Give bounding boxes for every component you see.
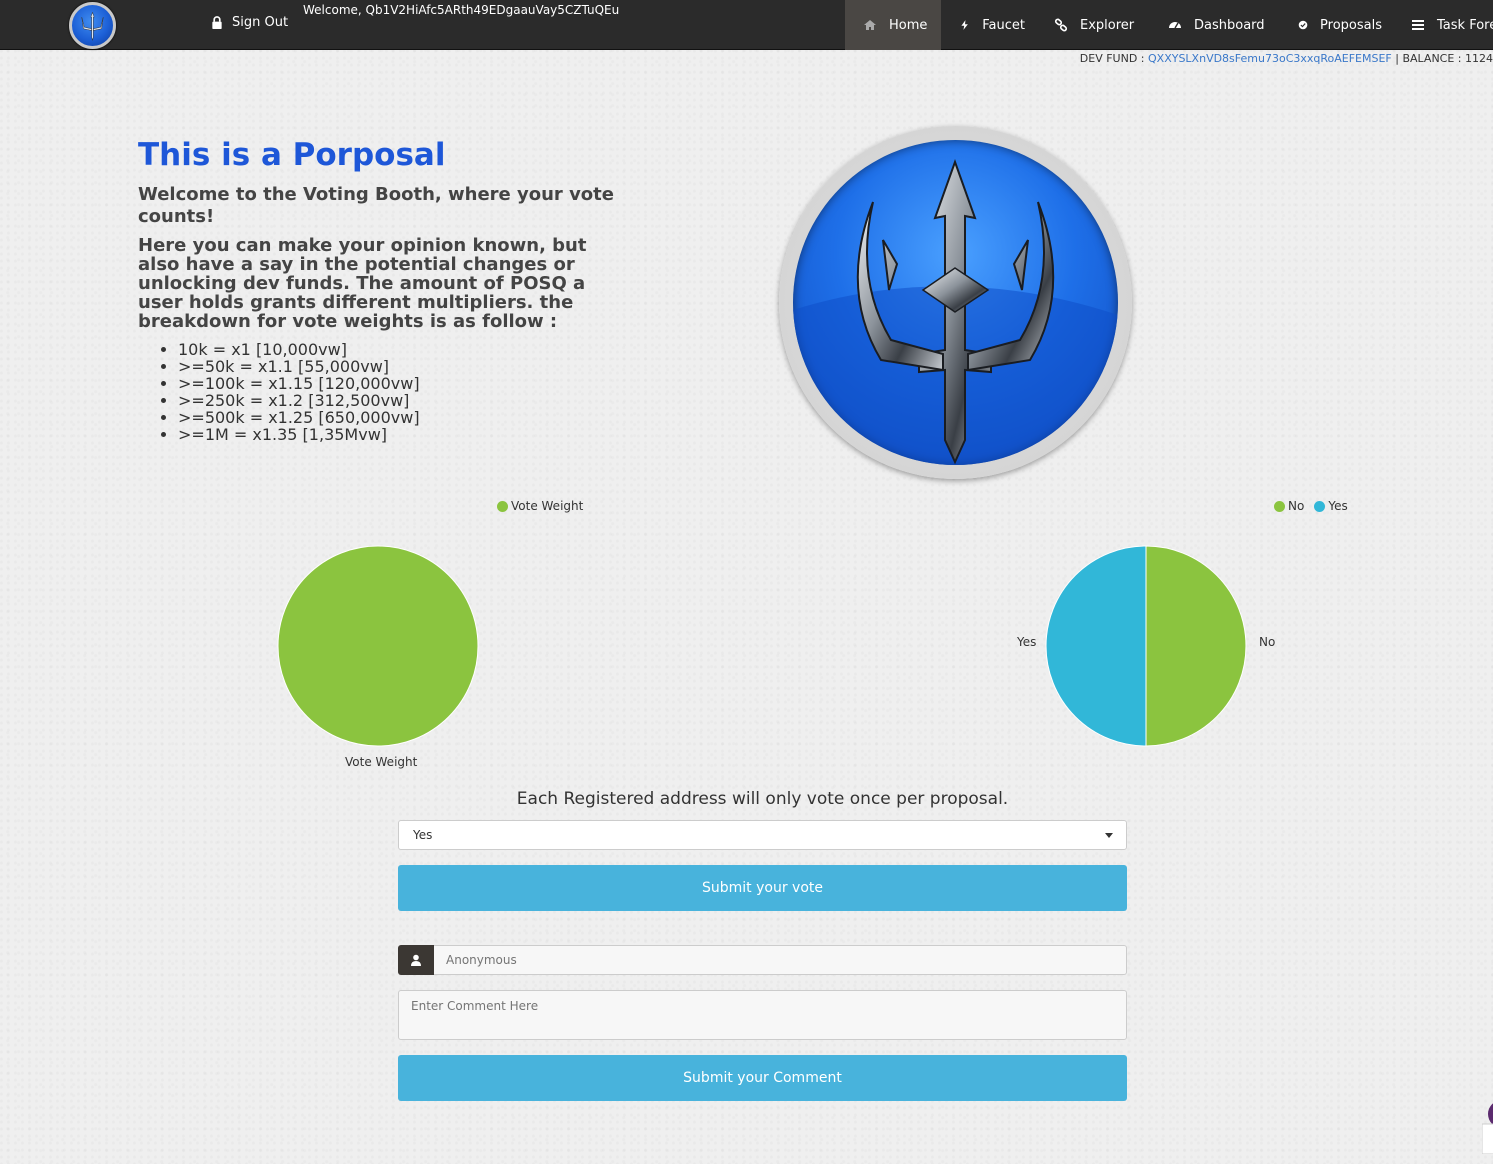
nav-explorer-label: Explorer xyxy=(1080,17,1135,33)
lock-icon xyxy=(212,16,222,29)
list-item: >=500k = x1.25 [650,000vw] xyxy=(178,409,628,426)
legend-swatch-no xyxy=(1274,500,1285,512)
proposal-intro: This is a Porposal Welcome to the Voting… xyxy=(138,136,628,443)
dev-fund-info: DEV FUND : QXXYSLXnVD8sFemu73oC3xxqRoAEF… xyxy=(1080,52,1493,65)
legend-label: No xyxy=(1288,499,1305,513)
trident-emblem-icon xyxy=(793,159,1118,465)
vote-weight-list: 10k = x1 [10,000vw] >=50k = x1.1 [55,000… xyxy=(178,341,628,443)
home-icon xyxy=(864,20,876,30)
nav-explorer[interactable]: Explorer xyxy=(1036,0,1150,50)
list-item: 10k = x1 [10,000vw] xyxy=(178,341,628,358)
legend-item-no[interactable]: No xyxy=(1274,499,1304,513)
legend-swatch-vote-weight xyxy=(497,500,508,512)
bolt-icon xyxy=(961,20,968,30)
name-input-group xyxy=(398,945,1127,975)
main-menu: Home Faucet Explorer Dashboard Proposals… xyxy=(845,0,1493,50)
nav-faucet[interactable]: Faucet xyxy=(941,0,1036,50)
chevron-down-icon xyxy=(1105,833,1113,838)
pie-slice-label-yes: Yes xyxy=(1017,635,1037,649)
sign-out-label: Sign Out xyxy=(232,15,289,30)
page-title: This is a Porposal xyxy=(138,137,446,173)
list-item: >=250k = x1.2 [312,500vw] xyxy=(178,392,628,409)
nav-home[interactable]: Home xyxy=(845,0,941,50)
nav-dashboard[interactable]: Dashboard xyxy=(1150,0,1280,50)
dev-fund-label: DEV FUND : xyxy=(1079,52,1148,65)
trident-icon xyxy=(81,11,104,41)
yes-no-pie-chart xyxy=(1045,545,1247,747)
legend-item-vote-weight[interactable]: Vote Weight xyxy=(497,499,583,513)
nav-task-force[interactable]: Task Fore xyxy=(1393,0,1493,50)
vote-weight-legend: Vote Weight xyxy=(497,499,583,513)
nav-proposals[interactable]: Proposals xyxy=(1280,0,1393,50)
pie-slice-no[interactable] xyxy=(1145,545,1247,747)
tasks-icon xyxy=(1412,20,1424,30)
nav-proposals-label: Proposals xyxy=(1320,17,1382,33)
nav-faucet-label: Faucet xyxy=(982,17,1025,33)
list-item: >=50k = x1.1 [55,000vw] xyxy=(178,358,628,375)
pie-slice-label-no: No xyxy=(1259,635,1276,649)
legend-label: Vote Weight xyxy=(511,499,584,513)
dev-fund-separator: | xyxy=(1391,52,1403,65)
vote-weight-pie-chart xyxy=(277,545,479,747)
check-circle-icon xyxy=(1298,20,1308,30)
submit-vote-button[interactable]: Submit your vote xyxy=(398,865,1127,911)
list-item: >=1M = x1.35 [1,35Mvw] xyxy=(178,426,628,443)
name-input[interactable] xyxy=(434,945,1127,975)
dev-fund-address-link[interactable]: QXXYSLXnVD8sFemu73oC3xxqRoAEFEMSEF xyxy=(1148,52,1392,65)
link-icon xyxy=(1054,18,1068,32)
nav-task-force-label: Task Fore xyxy=(1437,17,1493,33)
posq-logo xyxy=(779,126,1132,479)
dev-fund-balance: BALANCE : 1124 xyxy=(1402,52,1493,65)
pie-slice-yes[interactable] xyxy=(1045,545,1147,747)
intro-description: Here you can make your opinion known, bu… xyxy=(138,235,587,332)
welcome-text: Welcome, Qb1V2HiAfc5ARth49EDgaauVay5CZTu… xyxy=(303,3,620,17)
submit-comment-button[interactable]: Submit your Comment xyxy=(398,1055,1127,1101)
site-logo[interactable] xyxy=(69,2,116,49)
dashboard-icon xyxy=(1169,22,1181,29)
user-icon xyxy=(398,945,434,975)
yes-no-legend: No Yes xyxy=(1274,499,1348,513)
pie-slice-label-vote-weight: Vote Weight xyxy=(345,755,418,769)
legend-swatch-yes xyxy=(1314,500,1326,512)
user-glyph-icon xyxy=(411,954,421,966)
vote-choice-select[interactable]: Yes xyxy=(398,820,1127,850)
legend-label: Yes xyxy=(1328,499,1348,513)
chat-widget-icon[interactable] xyxy=(1482,1094,1493,1154)
intro-lead: Welcome to the Voting Booth, where your … xyxy=(138,184,614,227)
sign-out-link[interactable]: Sign Out xyxy=(211,15,288,30)
nav-dashboard-label: Dashboard xyxy=(1194,17,1265,33)
vote-choice-value: Yes xyxy=(413,828,433,842)
list-item: >=100k = x1.15 [120,000vw] xyxy=(178,375,628,392)
legend-item-yes[interactable]: Yes xyxy=(1314,499,1348,513)
comment-textarea[interactable] xyxy=(398,990,1127,1040)
top-navbar: Sign Out Welcome, Qb1V2HiAfc5ARth49EDgaa… xyxy=(0,0,1493,50)
pie-slice-vote-weight[interactable] xyxy=(277,545,479,747)
logo-disc xyxy=(793,140,1118,465)
vote-once-note: Each Registered address will only vote o… xyxy=(516,789,1009,809)
nav-home-label: Home xyxy=(889,17,928,33)
